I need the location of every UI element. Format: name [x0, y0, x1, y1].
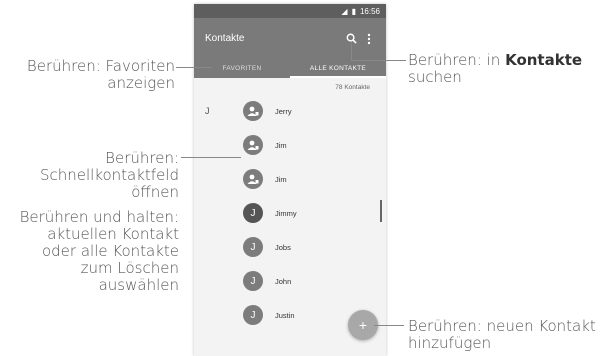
- callout-line-add: [374, 325, 404, 326]
- scrollbar[interactable]: [380, 200, 382, 222]
- phone-screen: ◢ ▮ 16:56 Kontakte FAVORITEN ALLE KONTAK…: [194, 4, 386, 356]
- callout-line-search: [351, 60, 406, 61]
- callout-text: auswählen: [98, 276, 179, 294]
- contact-name: Jim: [275, 140, 287, 150]
- contact-avatar[interactable]: J: [243, 305, 263, 325]
- callout-hold: Berühren und halten: aktuellen Kontakt o…: [20, 209, 179, 294]
- list-item[interactable]: J Jerry: [194, 94, 386, 128]
- app-title: Kontakte: [205, 33, 245, 44]
- callout-text: Schnellkontaktfeld: [39, 166, 179, 184]
- list-item[interactable]: Jim: [194, 162, 386, 196]
- contact-avatar[interactable]: J: [243, 237, 263, 257]
- callout-text: hinzufügen: [408, 334, 492, 352]
- callout-text: suchen: [408, 68, 462, 86]
- person-icon[interactable]: [243, 169, 263, 189]
- callout-line-favorites: [176, 67, 212, 68]
- contact-avatar[interactable]: J: [243, 203, 263, 223]
- app-bar: Kontakte: [194, 18, 386, 59]
- contact-list: J Jerry Jim Jim J Jimmy J Jobs J John J …: [194, 94, 386, 332]
- tab-all-contacts[interactable]: ALLE KONTAKTE: [290, 59, 386, 78]
- callout-text: Berühren: neuen Kontakt: [408, 317, 596, 335]
- list-item[interactable]: J Jobs: [194, 230, 386, 264]
- list-item[interactable]: J Jimmy: [194, 196, 386, 230]
- status-bar: ◢ ▮ 16:56: [194, 4, 386, 18]
- more-options-icon[interactable]: [360, 30, 378, 48]
- callout-text-bold: Kontakte: [505, 51, 583, 69]
- callout-text: anzeigen: [107, 74, 175, 92]
- contact-name: Jerry: [275, 106, 292, 116]
- tab-bar: FAVORITEN ALLE KONTAKTE: [194, 59, 386, 78]
- tab-favorites[interactable]: FAVORITEN: [194, 59, 290, 78]
- contact-name: John: [275, 276, 292, 286]
- callout-quick-contact: Berühren: Schnellkontaktfeld öffnen: [40, 150, 179, 201]
- callout-add-contact: Berühren: neuen Kontakt hinzufügen: [408, 318, 596, 352]
- callout-text: Berühren:: [105, 149, 179, 167]
- battery-icon: ▮: [351, 6, 356, 16]
- person-icon[interactable]: [243, 101, 263, 121]
- callout-line-search-vertical: [351, 42, 352, 60]
- list-item[interactable]: J John: [194, 264, 386, 298]
- callout-line-quick-contact: [181, 157, 241, 158]
- callout-favorites: Berühren: Favoriten anzeigen: [27, 58, 175, 92]
- callout-text: oder alle Kontakte: [41, 242, 179, 260]
- callout-text: Berühren: in: [408, 51, 506, 69]
- callout-search: Berühren: in Kontakte suchen: [408, 52, 582, 86]
- person-icon[interactable]: [243, 135, 263, 155]
- callout-text: Berühren und halten:: [19, 208, 179, 226]
- status-time: 16:56: [359, 6, 380, 16]
- contact-name: Jimmy: [275, 208, 297, 218]
- callout-text: aktuellen Kontakt: [47, 225, 179, 243]
- contact-name: Jobs: [275, 242, 291, 252]
- contact-avatar[interactable]: J: [243, 271, 263, 291]
- callout-text: zum Löschen: [80, 259, 179, 277]
- callout-text: Berühren: Favoriten: [26, 57, 175, 75]
- contact-name: Justin: [275, 310, 295, 320]
- contact-count: 78 Kontakte: [335, 84, 370, 91]
- callout-text: öffnen: [131, 183, 179, 201]
- contact-name: Jim: [275, 174, 287, 184]
- signal-icon: ◢: [341, 6, 348, 16]
- section-letter: J: [205, 106, 210, 116]
